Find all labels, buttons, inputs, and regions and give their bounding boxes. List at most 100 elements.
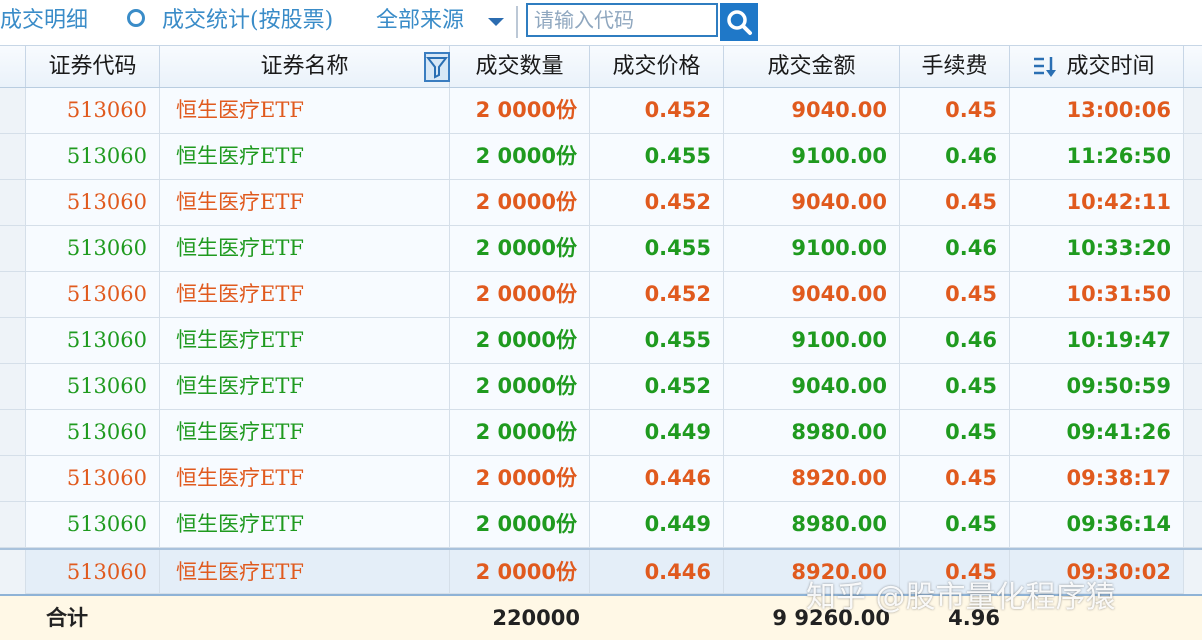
- row-gutter: [0, 318, 26, 363]
- row-scroll-gutter: [1184, 502, 1202, 547]
- table-row[interactable]: 513060 恒生医疗ETF 2 0000份 0.452 9040.00 0.45 10:3…: [0, 272, 1202, 318]
- row-scroll-gutter: [1184, 226, 1202, 271]
- header-scroll-gutter: [1184, 46, 1202, 87]
- row-fee: 0.45: [900, 410, 1010, 455]
- row-gutter: [0, 550, 26, 595]
- row-amount: 8980.00: [724, 502, 900, 547]
- row-quantity: 2 0000份: [450, 550, 590, 595]
- row-security-code: 513060: [26, 180, 160, 225]
- row-quantity: 2 0000份: [450, 272, 590, 317]
- header-amount[interactable]: 成交金额: [724, 46, 900, 87]
- row-quantity: 2 0000份: [450, 318, 590, 363]
- row-scroll-gutter: [1184, 456, 1202, 501]
- row-gutter: [0, 180, 26, 225]
- row-security-code: 513060: [26, 88, 160, 133]
- row-amount: 9100.00: [724, 134, 900, 179]
- table-header: 证券代码 证券名称 成交数量 成交价格 成交金额 手续费 成交时间: [0, 45, 1202, 88]
- row-scroll-gutter: [1184, 410, 1202, 455]
- row-time: 10:19:47: [1010, 318, 1184, 363]
- row-price: 0.455: [590, 318, 724, 363]
- row-security-code: 513060: [26, 456, 160, 501]
- row-security-name: 恒生医疗ETF: [160, 550, 450, 595]
- row-price: 0.449: [590, 410, 724, 455]
- table-row[interactable]: 513060 恒生医疗ETF 2 0000份 0.446 8920.00 0.45 09:3…: [0, 456, 1202, 502]
- row-fee: 0.46: [900, 318, 1010, 363]
- row-security-code: 513060: [26, 134, 160, 179]
- row-scroll-gutter: [1184, 180, 1202, 225]
- header-security-code[interactable]: 证券代码: [26, 46, 160, 87]
- row-security-name: 恒生医疗ETF: [160, 410, 450, 455]
- row-price: 0.452: [590, 364, 724, 409]
- row-fee: 0.45: [900, 88, 1010, 133]
- row-time: 10:31:50: [1010, 272, 1184, 317]
- row-fee: 0.45: [900, 364, 1010, 409]
- tab-trade-details[interactable]: 成交明细: [0, 6, 88, 36]
- header-gutter: [0, 46, 26, 87]
- row-gutter: [0, 226, 26, 271]
- row-price: 0.452: [590, 180, 724, 225]
- row-price: 0.455: [590, 134, 724, 179]
- table-row[interactable]: 513060 恒生医疗ETF 2 0000份 0.452 9040.00 0.45 09:5…: [0, 364, 1202, 410]
- row-fee: 0.46: [900, 134, 1010, 179]
- row-amount: 9040.00: [724, 180, 900, 225]
- filter-button[interactable]: [424, 52, 450, 82]
- watermark: 知乎 @股市量化程序猿: [806, 580, 1116, 615]
- row-gutter: [0, 364, 26, 409]
- sort-icon: [1034, 57, 1056, 77]
- tab-trade-stats-by-stock[interactable]: 成交统计(按股票): [162, 6, 333, 36]
- row-security-code: 513060: [26, 272, 160, 317]
- code-search-input[interactable]: [526, 3, 718, 37]
- table-row[interactable]: 513060 恒生医疗ETF 2 0000份 0.452 9040.00 0.45 10:4…: [0, 180, 1202, 226]
- table-row[interactable]: 513060 恒生医疗ETF 2 0000份 0.455 9100.00 0.46 11:2…: [0, 134, 1202, 180]
- row-security-name: 恒生医疗ETF: [160, 134, 450, 179]
- table-row[interactable]: 513060 恒生医疗ETF 2 0000份 0.455 9100.00 0.46 10:3…: [0, 226, 1202, 272]
- row-scroll-gutter: [1184, 272, 1202, 317]
- row-amount: 9040.00: [724, 364, 900, 409]
- row-scroll-gutter: [1184, 318, 1202, 363]
- row-gutter: [0, 410, 26, 455]
- toolbar: 成交明细 成交统计(按股票) 全部来源: [0, 0, 1202, 44]
- row-price: 0.452: [590, 272, 724, 317]
- table-row[interactable]: 513060 恒生医疗ETF 2 0000份 0.449 8980.00 0.45 09:4…: [0, 410, 1202, 456]
- row-security-name: 恒生医疗ETF: [160, 272, 450, 317]
- row-amount: 9040.00: [724, 272, 900, 317]
- header-time[interactable]: 成交时间: [1010, 46, 1184, 87]
- row-security-name: 恒生医疗ETF: [160, 318, 450, 363]
- row-scroll-gutter: [1184, 88, 1202, 133]
- row-security-name: 恒生医疗ETF: [160, 226, 450, 271]
- row-time: 09:36:14: [1010, 502, 1184, 547]
- header-quantity[interactable]: 成交数量: [450, 46, 590, 87]
- row-quantity: 2 0000份: [450, 364, 590, 409]
- row-fee: 0.46: [900, 226, 1010, 271]
- row-quantity: 2 0000份: [450, 88, 590, 133]
- header-security-name[interactable]: 证券名称: [160, 46, 450, 87]
- header-fee[interactable]: 手续费: [900, 46, 1010, 87]
- row-time: 10:33:20: [1010, 226, 1184, 271]
- row-security-code: 513060: [26, 364, 160, 409]
- total-quantity: 220000: [492, 606, 580, 630]
- row-security-name: 恒生医疗ETF: [160, 502, 450, 547]
- stats-radio-icon[interactable]: [127, 9, 145, 27]
- header-price[interactable]: 成交价格: [590, 46, 724, 87]
- row-amount: 8980.00: [724, 410, 900, 455]
- row-amount: 9040.00: [724, 88, 900, 133]
- search-button[interactable]: [720, 3, 758, 41]
- row-fee: 0.45: [900, 456, 1010, 501]
- source-dropdown[interactable]: 全部来源: [376, 6, 464, 36]
- table-row[interactable]: 513060 恒生医疗ETF 2 0000份 0.449 8980.00 0.45 09:3…: [0, 502, 1202, 548]
- toolbar-divider: [516, 6, 518, 38]
- row-quantity: 2 0000份: [450, 502, 590, 547]
- row-fee: 0.45: [900, 502, 1010, 547]
- row-quantity: 2 0000份: [450, 456, 590, 501]
- row-security-code: 513060: [26, 502, 160, 547]
- table-row[interactable]: 513060 恒生医疗ETF 2 0000份 0.455 9100.00 0.46 10:1…: [0, 318, 1202, 364]
- chevron-down-icon[interactable]: [488, 18, 504, 26]
- row-gutter: [0, 88, 26, 133]
- row-security-name: 恒生医疗ETF: [160, 456, 450, 501]
- row-gutter: [0, 272, 26, 317]
- row-security-name: 恒生医疗ETF: [160, 88, 450, 133]
- row-price: 0.446: [590, 550, 724, 595]
- row-time: 11:26:50: [1010, 134, 1184, 179]
- table-row[interactable]: 513060 恒生医疗ETF 2 0000份 0.452 9040.00 0.45 13:0…: [0, 88, 1202, 134]
- row-security-code: 513060: [26, 318, 160, 363]
